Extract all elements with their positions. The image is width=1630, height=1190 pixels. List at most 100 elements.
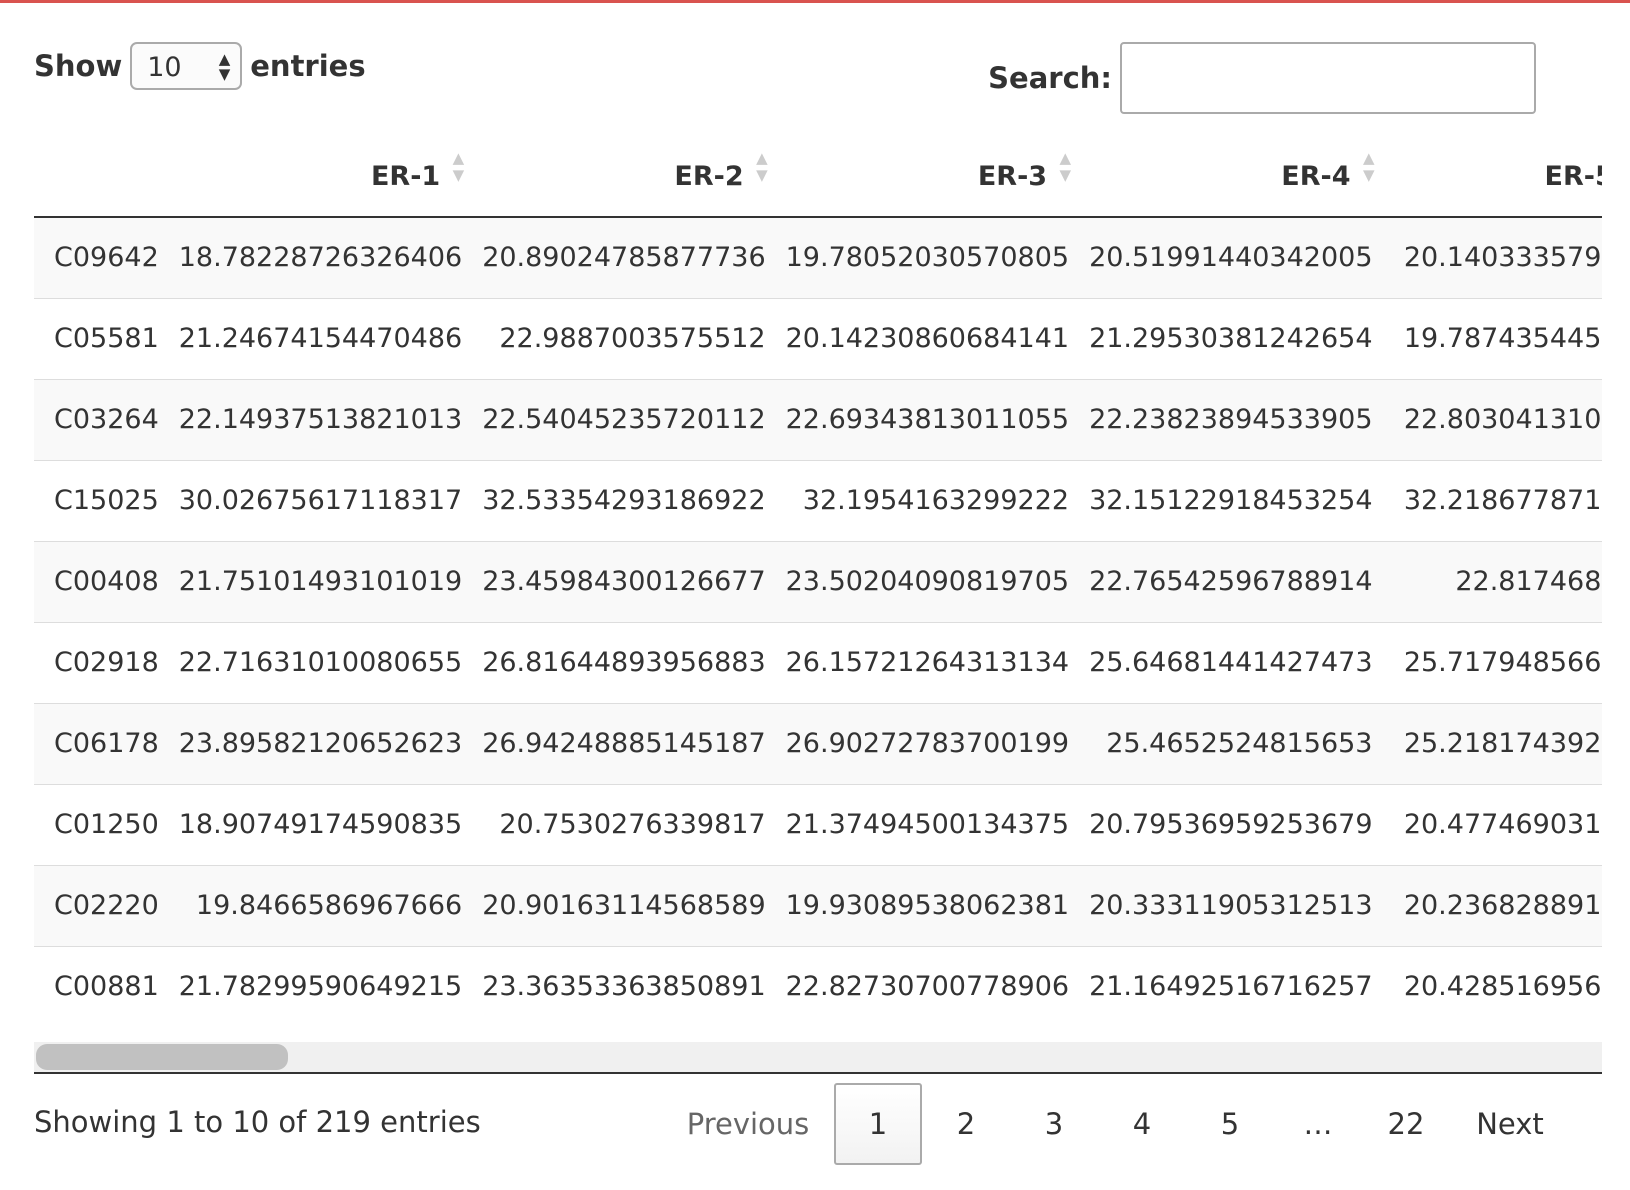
column-header-er-3[interactable]: ER-3 ▲ ▼ [775, 136, 1080, 218]
table-cell: 22.69343813011055 [775, 378, 1080, 460]
table-cell: 21.78299590649215 [168, 945, 473, 1027]
table-cell: 22.76542596788914 [1079, 540, 1383, 622]
page-button-3[interactable]: 3 [1010, 1083, 1098, 1165]
table-cell: 21.37494500134375 [775, 783, 1080, 865]
row-name-cell: C06178 [34, 702, 169, 784]
table-cell: 20.79536959253679 [1079, 783, 1383, 865]
page-button-2[interactable]: 2 [922, 1083, 1010, 1165]
table-cell: 22.14937513821013 [168, 378, 473, 460]
table-cell: 26.81644893956883 [472, 621, 776, 703]
table-scroll-area[interactable]: ER-1▲▼ ER-2▲▼ ER-3▲▼ ER-4▲▼ ER-5 C096421… [34, 136, 1602, 1072]
table-cell: 22.80304131060 [1382, 378, 1602, 460]
search-input[interactable] [1120, 42, 1536, 114]
column-header-er-2[interactable]: ER-2 ▲ ▼ [472, 136, 776, 218]
previous-page-button[interactable]: Previous [662, 1083, 834, 1165]
table-cell: 25.4652524815653 [1079, 702, 1383, 784]
table-cell: 19.93089538062381 [775, 864, 1080, 946]
data-table: ER-1▲▼ ER-2▲▼ ER-3▲▼ ER-4▲▼ ER-5 C096421… [34, 136, 1602, 1027]
table-cell: 32.1954163299222 [775, 459, 1080, 541]
table-cell: 21.29530381242654 [1079, 297, 1383, 379]
table-row[interactable]: C03264 22.14937513821013 22.54045235720112… [34, 378, 1602, 460]
sort-icon: ▲ ▼ [452, 149, 465, 184]
scrollbar-thumb[interactable] [36, 1044, 288, 1070]
table-cell: 26.15721264313134 [775, 621, 1080, 703]
table-cell: 32.21867787180 [1382, 459, 1602, 541]
table-cell: 22.9887003575512 [472, 297, 776, 379]
page-button-1[interactable]: 1 [834, 1083, 922, 1165]
next-page-button[interactable]: Next [1450, 1083, 1570, 1165]
column-header-er-5[interactable]: ER-5 [1382, 136, 1602, 218]
table-cell: 20.23682889130 [1382, 864, 1602, 946]
entries-label: entries [250, 49, 366, 83]
table-cell: 19.78052030570805 [775, 217, 1080, 298]
pagination-ellipsis: … [1303, 1107, 1333, 1141]
table-cell: 20.51991440342005 [1079, 217, 1383, 298]
column-header-rownames [34, 136, 169, 218]
search-label: Search: [988, 61, 1112, 95]
row-name-cell: C09642 [34, 217, 169, 298]
table-cell: 23.36353363850891 [472, 945, 776, 1027]
column-header-er-4[interactable]: ER-4 ▲ ▼ [1079, 136, 1383, 218]
table-cell: 19.78743544580 [1382, 297, 1602, 379]
table-cell: 21.75101493101019 [168, 540, 473, 622]
table-cell: 22.82730700778906 [775, 945, 1080, 1027]
table-cell: 32.15122918453254 [1079, 459, 1383, 541]
table-row[interactable]: C00408 21.75101493101019 23.45984300126677… [34, 540, 1602, 622]
table-row[interactable]: C15025 30.02675617118317 32.53354293186922… [34, 459, 1602, 541]
table-row[interactable]: C00881 21.78299590649215 23.36353363850891… [34, 945, 1602, 1027]
table-cell: 32.53354293186922 [472, 459, 776, 541]
table-cell: 25.71794856610 [1382, 621, 1602, 703]
table-cell: 20.7530276339817 [472, 783, 776, 865]
table-cell: 30.02675617118317 [168, 459, 473, 541]
entries-per-page-value: 10 [147, 52, 182, 83]
table-row[interactable]: C02220 19.8466586967666 20.90163114568589 1… [34, 864, 1602, 946]
table-cell: 20.89024785877736 [472, 217, 776, 298]
page-button-4[interactable]: 4 [1098, 1083, 1186, 1165]
table-cell: 23.45984300126677 [472, 540, 776, 622]
row-name-cell: C03264 [34, 378, 169, 460]
sort-icon: ▲ ▼ [1059, 149, 1072, 184]
pagination: Previous 1 2 3 4 5 … 22 Next [662, 1083, 1570, 1165]
table-info: Showing 1 to 10 of 219 entries [34, 1105, 481, 1139]
row-name-cell: C02918 [34, 621, 169, 703]
table-cell: 22.23823894533905 [1079, 378, 1383, 460]
table-cell: 21.16492516716257 [1079, 945, 1383, 1027]
search-control: Search: [988, 42, 1536, 114]
table-cell: 20.42851695690 [1382, 945, 1602, 1027]
table-cell: 19.8466586967666 [168, 864, 473, 946]
table-cell: 20.14230860684141 [775, 297, 1080, 379]
select-arrows-icon: ▲ ▼ [218, 50, 231, 83]
table-cell: 18.78228726326406 [168, 217, 473, 298]
table-cell: 22.81746881 [1382, 540, 1602, 622]
row-name-cell: C15025 [34, 459, 169, 541]
table-cell: 22.71631010080655 [168, 621, 473, 703]
table-row[interactable]: C06178 23.89582120652623 26.94248885145187… [34, 702, 1602, 784]
table-cell: 21.24674154470486 [168, 297, 473, 379]
table-row[interactable]: C01250 18.90749174590835 20.7530276339817 2… [34, 783, 1602, 865]
column-header-er-1[interactable]: ER-1 ▲ ▼ [168, 136, 473, 218]
page-button-5[interactable]: 5 [1186, 1083, 1274, 1165]
show-label: Show [34, 49, 123, 83]
table-cell: 25.64681441427473 [1079, 621, 1383, 703]
table-row[interactable]: C09642 18.78228726326406 20.89024785877736… [34, 217, 1602, 298]
table-cell: 18.90749174590835 [168, 783, 473, 865]
table-cell: 20.14033357937 [1382, 217, 1602, 298]
page-button-last[interactable]: 22 [1362, 1083, 1450, 1165]
row-name-cell: C01250 [34, 783, 169, 865]
table-cell: 20.47746903130 [1382, 783, 1602, 865]
sort-icon: ▲ ▼ [1362, 149, 1375, 184]
table-row[interactable]: C02918 22.71631010080655 26.81644893956883… [34, 621, 1602, 703]
table-cell: 26.94248885145187 [472, 702, 776, 784]
row-name-cell: C05581 [34, 297, 169, 379]
table-cell: 26.90272783700199 [775, 702, 1080, 784]
table-cell: 23.89582120652623 [168, 702, 473, 784]
table-row[interactable]: C05581 21.24674154470486 22.9887003575512 2… [34, 297, 1602, 379]
horizontal-scrollbar[interactable] [34, 1042, 1602, 1074]
table-header-row: ER-1▲▼ ER-2▲▼ ER-3▲▼ ER-4▲▼ ER-5 [34, 136, 1602, 218]
entries-per-page-select[interactable]: 10 ▲ ▼ [130, 42, 243, 90]
table-cell: 23.50204090819705 [775, 540, 1080, 622]
top-accent-rule [0, 0, 1630, 3]
entries-length-control: Show 10 ▲ ▼ entries [34, 42, 366, 90]
row-name-cell: C02220 [34, 864, 169, 946]
table-cell: 20.90163114568589 [472, 864, 776, 946]
